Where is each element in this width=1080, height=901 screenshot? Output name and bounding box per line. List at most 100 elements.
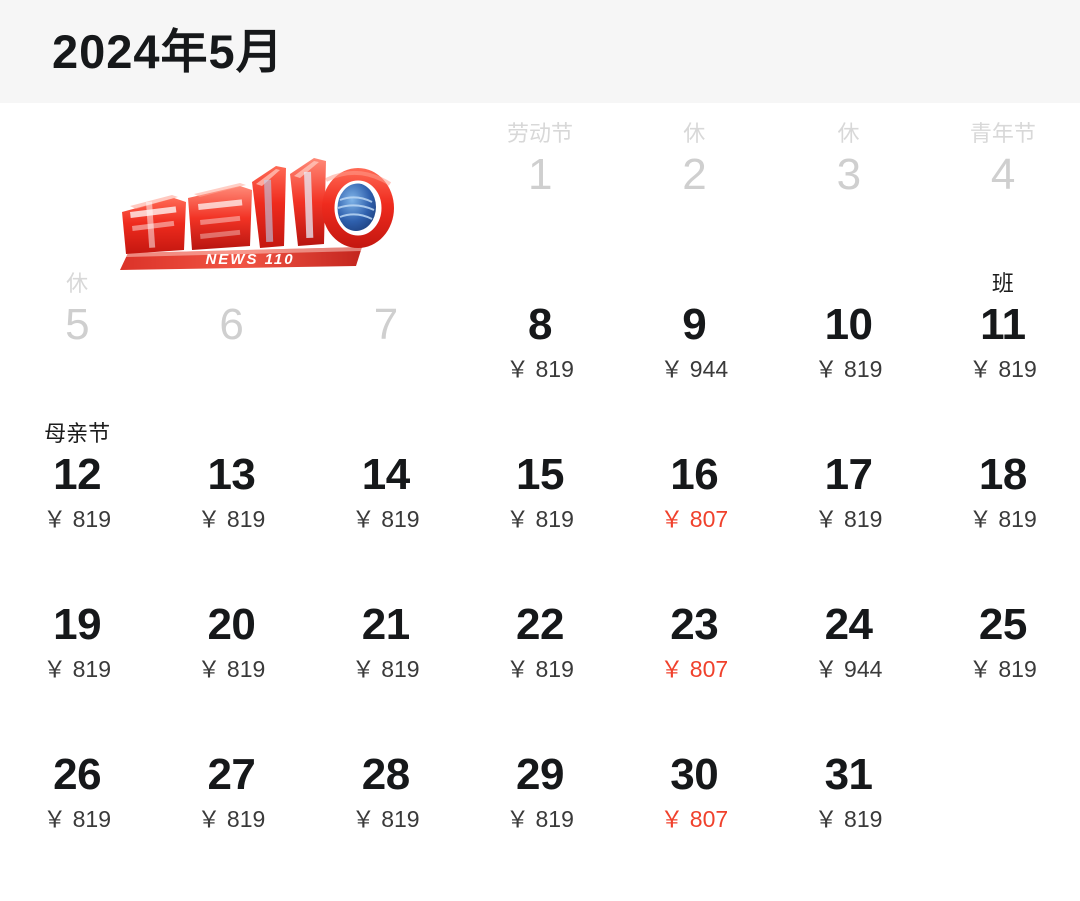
day-number: 3 bbox=[836, 150, 861, 199]
calendar-day-cell[interactable]: 23 ￥ 807 bbox=[617, 553, 771, 703]
calendar-week-row: 母亲节 12 ￥ 819 13 ￥ 819 14 ￥ 819 15 ￥ 819 16 ￥ 8… bbox=[0, 403, 1080, 553]
calendar-day-cell: 休5 bbox=[0, 253, 154, 403]
day-price: ￥ 819 bbox=[506, 506, 574, 532]
day-price: ￥ 807 bbox=[660, 656, 729, 682]
day-number: 16 bbox=[670, 450, 719, 499]
calendar-day-cell[interactable]: 15 ￥ 819 bbox=[463, 403, 617, 553]
calendar-day-cell: 6 bbox=[154, 253, 308, 403]
day-number: 19 bbox=[53, 600, 102, 649]
calendar-day-cell[interactable]: 10 ￥ 819 bbox=[771, 253, 925, 403]
day-price: ￥ 944 bbox=[814, 656, 883, 682]
day-price: ￥ 944 bbox=[660, 356, 729, 382]
calendar-day-cell[interactable]: 26 ￥ 819 bbox=[0, 703, 154, 853]
day-price: ￥ 819 bbox=[197, 656, 266, 682]
day-price: ￥ 819 bbox=[351, 656, 420, 682]
calendar-day-cell[interactable]: 27 ￥ 819 bbox=[154, 703, 308, 853]
day-price: ￥ 819 bbox=[197, 806, 266, 832]
day-holiday-label: 劳动节 bbox=[506, 121, 573, 146]
calendar-day-cell[interactable]: 17 ￥ 819 bbox=[771, 403, 925, 553]
day-number: 27 bbox=[207, 750, 256, 799]
calendar-week-row: 劳动节 1 休2 休3 青年节 4 bbox=[0, 103, 1080, 253]
day-holiday-label: 母亲节 bbox=[44, 421, 111, 446]
day-price: ￥ 819 bbox=[351, 506, 420, 532]
calendar-day-cell[interactable]: 29 ￥ 819 bbox=[463, 703, 617, 853]
calendar-day-cell[interactable]: 8 ￥ 819 bbox=[463, 253, 617, 403]
calendar-day-cell[interactable]: 18 ￥ 819 bbox=[926, 403, 1080, 553]
day-holiday-label: 休 bbox=[837, 121, 860, 146]
day-number: 5 bbox=[65, 300, 90, 349]
day-number: 31 bbox=[824, 750, 873, 799]
calendar-day-cell[interactable]: 16 ￥ 807 bbox=[617, 403, 771, 553]
calendar-day-cell: 劳动节 1 bbox=[463, 103, 617, 253]
day-holiday-label: 休 bbox=[66, 271, 89, 296]
day-holiday-label: 休 bbox=[683, 121, 706, 146]
day-number: 23 bbox=[670, 600, 719, 649]
day-holiday-label: 青年节 bbox=[969, 121, 1036, 146]
calendar-day-cell[interactable]: 20 ￥ 819 bbox=[154, 553, 308, 703]
calendar-day-cell[interactable]: 14 ￥ 819 bbox=[309, 403, 463, 553]
calendar-day-cell[interactable]: 25 ￥ 819 bbox=[926, 553, 1080, 703]
day-number: 20 bbox=[207, 600, 256, 649]
calendar-grid: 劳动节 1 休2 休3 青年节 4 休5 6 7 8 ￥ 819 9 ￥ 944 10 ￥… bbox=[0, 103, 1080, 853]
calendar-day-cell: 7 bbox=[309, 253, 463, 403]
calendar-day-cell[interactable]: 31 ￥ 819 bbox=[771, 703, 925, 853]
day-number: 26 bbox=[53, 750, 102, 799]
day-number: 28 bbox=[361, 750, 410, 799]
calendar-day-cell[interactable]: 21 ￥ 819 bbox=[309, 553, 463, 703]
day-price: ￥ 819 bbox=[814, 506, 883, 532]
calendar-day-cell: 休3 bbox=[771, 103, 925, 253]
day-price: ￥ 819 bbox=[968, 656, 1037, 682]
day-price: ￥ 819 bbox=[506, 656, 574, 682]
day-number: 9 bbox=[682, 300, 707, 349]
day-price: ￥ 819 bbox=[968, 506, 1037, 532]
calendar-header: 2024年5月 bbox=[0, 0, 1080, 103]
day-number: 15 bbox=[516, 450, 564, 499]
day-price: ￥ 819 bbox=[968, 356, 1037, 382]
calendar-week-row: 26 ￥ 819 27 ￥ 819 28 ￥ 819 29 ￥ 819 30 ￥ 807 … bbox=[0, 703, 1080, 853]
calendar-week-row: 19 ￥ 819 20 ￥ 819 21 ￥ 819 22 ￥ 819 23 ￥ 807 … bbox=[0, 553, 1080, 703]
day-number: 17 bbox=[824, 450, 873, 499]
day-holiday-label: 班 bbox=[991, 271, 1014, 296]
day-number: 11 bbox=[980, 300, 1026, 349]
day-number: 18 bbox=[978, 450, 1027, 499]
day-number: 2 bbox=[682, 150, 707, 199]
day-number: 29 bbox=[516, 750, 564, 799]
day-price: ￥ 819 bbox=[43, 656, 112, 682]
calendar-day-cell: 青年节 4 bbox=[926, 103, 1080, 253]
calendar-day-cell[interactable]: 28 ￥ 819 bbox=[309, 703, 463, 853]
page-title: 2024年5月 bbox=[52, 25, 284, 78]
day-price: ￥ 819 bbox=[43, 806, 112, 832]
day-price: ￥ 819 bbox=[351, 806, 420, 832]
day-number: 1 bbox=[528, 150, 552, 199]
day-number: 12 bbox=[53, 450, 102, 499]
day-number: 13 bbox=[207, 450, 256, 499]
day-number: 6 bbox=[219, 300, 244, 349]
day-number: 8 bbox=[528, 300, 552, 349]
calendar-day-cell: 休2 bbox=[617, 103, 771, 253]
calendar-day-cell[interactable]: 22 ￥ 819 bbox=[463, 553, 617, 703]
day-price: ￥ 819 bbox=[506, 806, 574, 832]
day-price: ￥ 819 bbox=[43, 506, 112, 532]
day-number: 25 bbox=[978, 600, 1027, 649]
calendar-day-cell[interactable]: 班 11 ￥ 819 bbox=[926, 253, 1080, 403]
day-price: ￥ 807 bbox=[660, 806, 729, 832]
day-number: 7 bbox=[373, 300, 398, 349]
day-number: 30 bbox=[670, 750, 719, 799]
day-number: 10 bbox=[824, 300, 873, 349]
day-number: 24 bbox=[824, 600, 873, 649]
day-price: ￥ 807 bbox=[660, 506, 729, 532]
day-number: 14 bbox=[361, 450, 410, 499]
calendar-day-cell[interactable]: 9 ￥ 944 bbox=[617, 253, 771, 403]
day-price: ￥ 819 bbox=[814, 806, 883, 832]
day-number: 22 bbox=[516, 600, 564, 649]
day-number: 4 bbox=[990, 150, 1015, 199]
day-price: ￥ 819 bbox=[506, 356, 574, 382]
calendar-day-cell[interactable]: 24 ￥ 944 bbox=[771, 553, 925, 703]
calendar-day-cell[interactable]: 13 ￥ 819 bbox=[154, 403, 308, 553]
calendar-week-row: 休5 6 7 8 ￥ 819 9 ￥ 944 10 ￥ 819 班 11 ￥ 819 bbox=[0, 253, 1080, 403]
day-price: ￥ 819 bbox=[814, 356, 883, 382]
calendar-day-cell[interactable]: 30 ￥ 807 bbox=[617, 703, 771, 853]
day-price: ￥ 819 bbox=[197, 506, 266, 532]
calendar-day-cell[interactable]: 19 ￥ 819 bbox=[0, 553, 154, 703]
calendar-day-cell[interactable]: 母亲节 12 ￥ 819 bbox=[0, 403, 154, 553]
